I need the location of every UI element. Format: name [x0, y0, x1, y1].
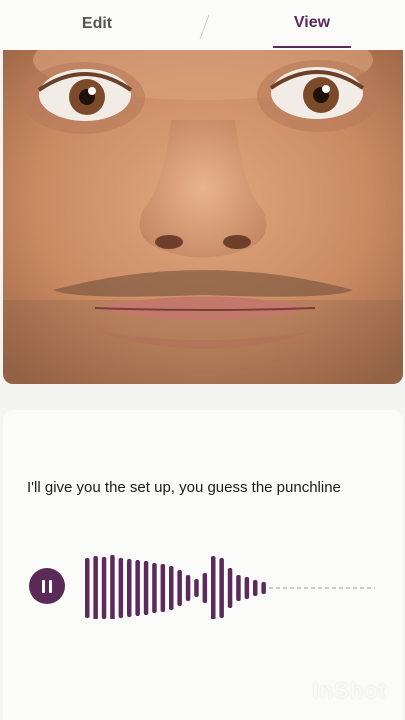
waveform-bar [227, 568, 233, 608]
waveform-bar [236, 575, 241, 601]
waveform-bar [177, 570, 182, 606]
pause-icon [42, 579, 45, 593]
waveform-bar [118, 558, 124, 618]
waveform-bar [244, 577, 250, 599]
inshot-watermark: InShot [312, 678, 387, 703]
waveform-bar [202, 573, 208, 603]
tab-edit[interactable]: Edit [58, 0, 136, 48]
message-card: I'll give you the set up, you guess the … [3, 410, 403, 720]
waveform-bar [143, 561, 149, 615]
waveform-bar [135, 560, 140, 616]
tab-divider [199, 14, 210, 40]
waveform-bar [185, 575, 191, 601]
waveform-bar [85, 558, 90, 618]
message-caption: I'll give you the set up, you guess the … [27, 479, 341, 496]
waveform-bar [152, 563, 157, 613]
audio-waveform[interactable] [79, 553, 379, 619]
face-photo [3, 50, 403, 384]
tab-view[interactable]: View [273, 0, 351, 48]
waveform-bar [110, 555, 115, 619]
waveform-bar [253, 580, 258, 596]
waveform-bar [127, 559, 132, 617]
pause-icon-bar [49, 579, 52, 593]
waveform-bar [101, 557, 107, 619]
waveform-bar [261, 582, 266, 594]
waveform-bar [194, 579, 199, 597]
waveform-bar [211, 556, 216, 619]
waveform-bar [93, 556, 98, 619]
waveform-bar [160, 564, 166, 612]
pause-button[interactable] [29, 568, 65, 604]
tab-bar: Edit View [0, 0, 405, 50]
waveform-bar [169, 566, 174, 610]
waveform-bar [219, 558, 224, 618]
